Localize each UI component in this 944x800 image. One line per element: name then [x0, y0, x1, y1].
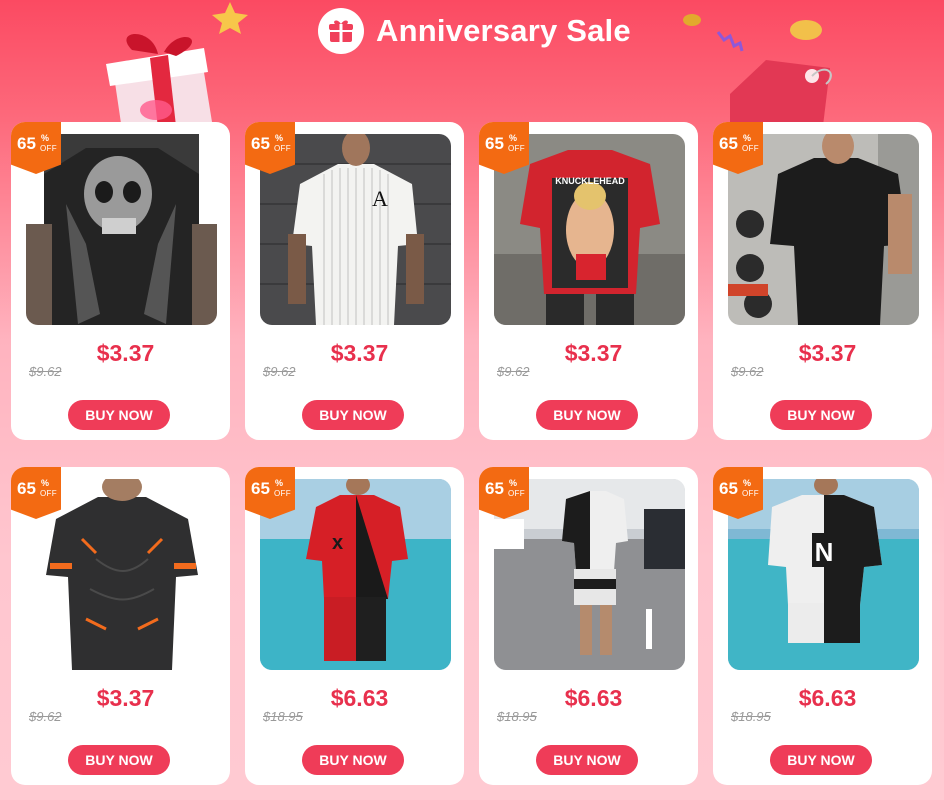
discount-badge: 65 % OFF	[245, 122, 295, 174]
discount-value: 65	[485, 134, 504, 153]
discount-off-label: OFF	[40, 144, 57, 153]
gift-icon	[318, 8, 364, 54]
product-card[interactable]: 65 % OFF $3.37 $9.62 BUY NOW	[11, 122, 230, 440]
product-card[interactable]: KNUCKLEHEAD 65 % OFF $3.37 $9.62 BUY NOW	[479, 122, 698, 440]
discount-off-label: OFF	[508, 144, 525, 153]
current-price: $3.37	[330, 340, 389, 366]
product-card[interactable]: 65 % OFF $3.37 $9.62 BUY NOW	[713, 122, 932, 440]
gift-box-decoration	[106, 34, 212, 130]
original-price: $9.62	[29, 709, 62, 724]
discount-percent: %	[743, 133, 752, 143]
original-price: $18.95	[731, 709, 771, 724]
product-card[interactable]: 65 % OFF $3.37 $9.62 BUY NOW	[11, 467, 230, 785]
discount-value: 65	[719, 134, 738, 153]
buy-now-button[interactable]: BUY NOW	[770, 400, 872, 430]
discount-off-label: OFF	[40, 489, 57, 498]
current-price: $3.37	[96, 685, 155, 711]
buy-now-button[interactable]: BUY NOW	[536, 745, 638, 775]
current-price: $3.37	[564, 340, 623, 366]
original-price: $9.62	[731, 364, 764, 379]
discount-badge: 65 % OFF	[479, 467, 529, 519]
discount-value: 65	[719, 479, 738, 498]
star-decoration	[212, 2, 248, 34]
discount-percent: %	[41, 478, 50, 488]
discount-percent: %	[743, 478, 752, 488]
buy-now-button[interactable]: BUY NOW	[68, 400, 170, 430]
discount-value: 65	[251, 479, 270, 498]
discount-value: 65	[17, 134, 36, 153]
product-card[interactable]: A 65 % OFF $3.37 $9.62 BUY NOW	[245, 122, 464, 440]
current-price: $3.37	[798, 340, 857, 366]
discount-percent: %	[509, 133, 518, 143]
buy-now-button[interactable]: BUY NOW	[68, 745, 170, 775]
buy-now-button[interactable]: BUY NOW	[302, 745, 404, 775]
buy-now-button[interactable]: BUY NOW	[536, 400, 638, 430]
current-price: $3.37	[96, 340, 155, 366]
svg-text:A: A	[372, 186, 388, 211]
discount-badge: 65 % OFF	[713, 122, 763, 174]
buy-now-button[interactable]: BUY NOW	[770, 745, 872, 775]
original-price: $9.62	[497, 364, 530, 379]
svg-text:KNUCKLEHEAD: KNUCKLEHEAD	[555, 176, 625, 186]
sale-title-group: Anniversary Sale	[318, 8, 631, 54]
svg-text:N: N	[815, 537, 834, 567]
original-price: $9.62	[263, 364, 296, 379]
current-price: $6.63	[564, 685, 623, 711]
page-title: Anniversary Sale	[376, 13, 631, 48]
original-price: $18.95	[263, 709, 303, 724]
discount-off-label: OFF	[742, 144, 759, 153]
discount-badge: 65 % OFF	[479, 122, 529, 174]
discount-off-label: OFF	[274, 489, 291, 498]
discount-badge: 65 % OFF	[713, 467, 763, 519]
discount-value: 65	[485, 479, 504, 498]
discount-percent: %	[41, 133, 50, 143]
discount-off-label: OFF	[274, 144, 291, 153]
discount-percent: %	[275, 133, 284, 143]
discount-off-label: OFF	[742, 489, 759, 498]
buy-now-button[interactable]: BUY NOW	[302, 400, 404, 430]
discount-value: 65	[17, 479, 36, 498]
discount-badge: 65 % OFF	[11, 467, 61, 519]
header: Anniversary Sale	[0, 0, 944, 134]
product-card[interactable]: N 65 % OFF $6.63 $18.95 BUY NOW	[713, 467, 932, 785]
discount-percent: %	[275, 478, 284, 488]
current-price: $6.63	[798, 685, 857, 711]
discount-badge: 65 % OFF	[245, 467, 295, 519]
product-card[interactable]: 65 % OFF $6.63 $18.95 BUY NOW	[479, 467, 698, 785]
original-price: $18.95	[497, 709, 537, 724]
current-price: $6.63	[330, 685, 389, 711]
svg-text:x: x	[332, 532, 343, 554]
discount-value: 65	[251, 134, 270, 153]
discount-badge: 65 % OFF	[11, 122, 61, 174]
product-card[interactable]: x 65 % OFF $6.63 $18.95 BUY NOW	[245, 467, 464, 785]
original-price: $9.62	[29, 364, 62, 379]
discount-off-label: OFF	[508, 489, 525, 498]
discount-percent: %	[509, 478, 518, 488]
